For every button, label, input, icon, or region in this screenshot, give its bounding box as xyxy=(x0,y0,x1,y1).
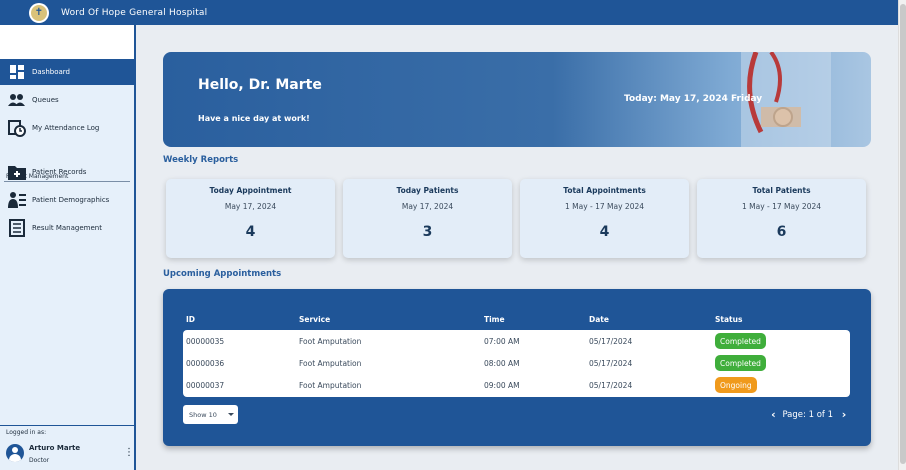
sidebar: Dashboard Queues My Attendance Log Patie… xyxy=(0,25,136,470)
cell-service: Foot Amputation xyxy=(299,359,362,368)
sidebar-item-queues[interactable]: Queues xyxy=(0,87,134,113)
scrollbar-thumb[interactable] xyxy=(900,4,906,464)
cell-time: 09:00 AM xyxy=(484,381,520,390)
card-value: 3 xyxy=(422,224,433,240)
cell-service: Foot Amputation xyxy=(299,337,362,346)
column-header-id[interactable]: ID xyxy=(186,315,195,324)
card-title: Today Patients xyxy=(396,186,459,195)
status-badge: Completed xyxy=(715,355,766,371)
app-title: Word Of Hope General Hospital xyxy=(61,7,208,18)
card-date: May 17, 2024 xyxy=(401,202,454,211)
rows-per-page-value: Show 10 xyxy=(189,410,217,419)
demographics-icon xyxy=(8,191,26,209)
sidebar-item-label: Dashboard xyxy=(32,68,70,76)
sidebar-item-result-management[interactable]: Result Management xyxy=(0,215,134,241)
logged-in-label: Logged in as: xyxy=(6,429,47,436)
card-value: 6 xyxy=(776,224,787,240)
clock-log-icon xyxy=(8,119,26,137)
pagination: ‹ Page: 1 of 1 › xyxy=(768,408,849,421)
cell-date: 05/17/2024 xyxy=(589,381,633,390)
dashboard-icon xyxy=(8,63,26,81)
card-date: 1 May - 17 May 2024 xyxy=(741,202,822,211)
page-scrollbar[interactable] xyxy=(898,0,906,470)
cross-icon: ✝ xyxy=(31,4,47,21)
sidebar-item-patient-demographics[interactable]: Patient Demographics xyxy=(0,187,134,213)
sidebar-item-label: Queues xyxy=(32,96,59,104)
sidebar-item-label: Patient Demographics xyxy=(32,196,110,204)
sidebar-item-dashboard[interactable]: Dashboard xyxy=(0,59,134,85)
table-row[interactable]: 00000035 Foot Amputation 07:00 AM 05/17/… xyxy=(183,331,850,353)
chevron-left-icon[interactable]: ‹ xyxy=(768,408,778,421)
status-badge: Ongoing xyxy=(715,377,757,393)
hospital-logo: ✝ xyxy=(29,2,49,23)
top-bar: ✝ Word Of Hope General Hospital xyxy=(0,0,898,25)
page-label: Page: 1 of 1 xyxy=(782,409,833,420)
greeting: Hello, Dr. Marte xyxy=(198,77,322,93)
folder-plus-icon xyxy=(8,163,26,181)
sidebar-item-label: Patient Records xyxy=(32,168,87,176)
table-row[interactable]: 00000037 Foot Amputation 09:00 AM 05/17/… xyxy=(183,375,850,397)
cell-date: 05/17/2024 xyxy=(589,337,633,346)
cell-id: 00000036 xyxy=(186,359,225,368)
rows-per-page-select[interactable]: Show 10 xyxy=(183,405,238,424)
card-value: 4 xyxy=(599,224,610,240)
cell-date: 05/17/2024 xyxy=(589,359,633,368)
card-date: 1 May - 17 May 2024 xyxy=(564,202,645,211)
caret-down-icon xyxy=(228,413,234,416)
status-badge: Completed xyxy=(715,333,766,349)
column-header-time[interactable]: Time xyxy=(484,315,505,324)
cell-time: 07:00 AM xyxy=(484,337,520,346)
avatar xyxy=(6,444,24,462)
column-header-status[interactable]: Status xyxy=(715,315,742,324)
document-list-icon xyxy=(8,219,26,237)
more-vertical-icon[interactable]: ⋮ xyxy=(124,447,134,458)
stat-card-today-appointment: Today Appointment May 17, 2024 4 xyxy=(166,179,335,258)
stat-card-total-patients: Total Patients 1 May - 17 May 2024 6 xyxy=(697,179,866,258)
greeting-subtitle: Have a nice day at work! xyxy=(198,114,310,123)
card-title: Total Patients xyxy=(752,186,811,195)
stat-card-today-patients: Today Patients May 17, 2024 3 xyxy=(343,179,512,258)
card-date: May 17, 2024 xyxy=(224,202,277,211)
people-queue-icon xyxy=(8,91,26,109)
sidebar-item-patient-records[interactable]: Patient Records xyxy=(0,159,134,185)
card-title: Today Appointment xyxy=(209,186,292,195)
cell-id: 00000035 xyxy=(186,337,225,346)
section-title-upcoming-appointments: Upcoming Appointments xyxy=(163,269,282,279)
user-name: Arturo Marte xyxy=(29,444,81,452)
cell-service: Foot Amputation xyxy=(299,381,362,390)
sidebar-item-label: Result Management xyxy=(32,224,102,232)
cell-time: 08:00 AM xyxy=(484,359,520,368)
appointments-panel: ID Service Time Date Status 00000035 Foo… xyxy=(163,289,871,446)
divider xyxy=(0,425,134,426)
section-title-weekly-reports: Weekly Reports xyxy=(163,155,239,165)
card-value: 4 xyxy=(245,224,256,240)
card-title: Total Appointments xyxy=(563,186,646,195)
column-header-service[interactable]: Service xyxy=(299,315,330,324)
cell-id: 00000037 xyxy=(186,381,225,390)
chevron-right-icon[interactable]: › xyxy=(839,408,849,421)
user-role: Doctor xyxy=(29,457,50,464)
sidebar-item-label: My Attendance Log xyxy=(32,124,100,132)
appointments-table: 00000035 Foot Amputation 07:00 AM 05/17/… xyxy=(183,330,850,397)
welcome-banner: Hello, Dr. Marte Have a nice day at work… xyxy=(163,52,871,147)
sidebar-item-attendance-log[interactable]: My Attendance Log xyxy=(0,115,134,141)
table-row[interactable]: 00000036 Foot Amputation 08:00 AM 05/17/… xyxy=(183,353,850,375)
today-date: Today: May 17, 2024 Friday xyxy=(624,94,763,104)
column-header-date[interactable]: Date xyxy=(589,315,609,324)
stat-card-total-appointments: Total Appointments 1 May - 17 May 2024 4 xyxy=(520,179,689,258)
